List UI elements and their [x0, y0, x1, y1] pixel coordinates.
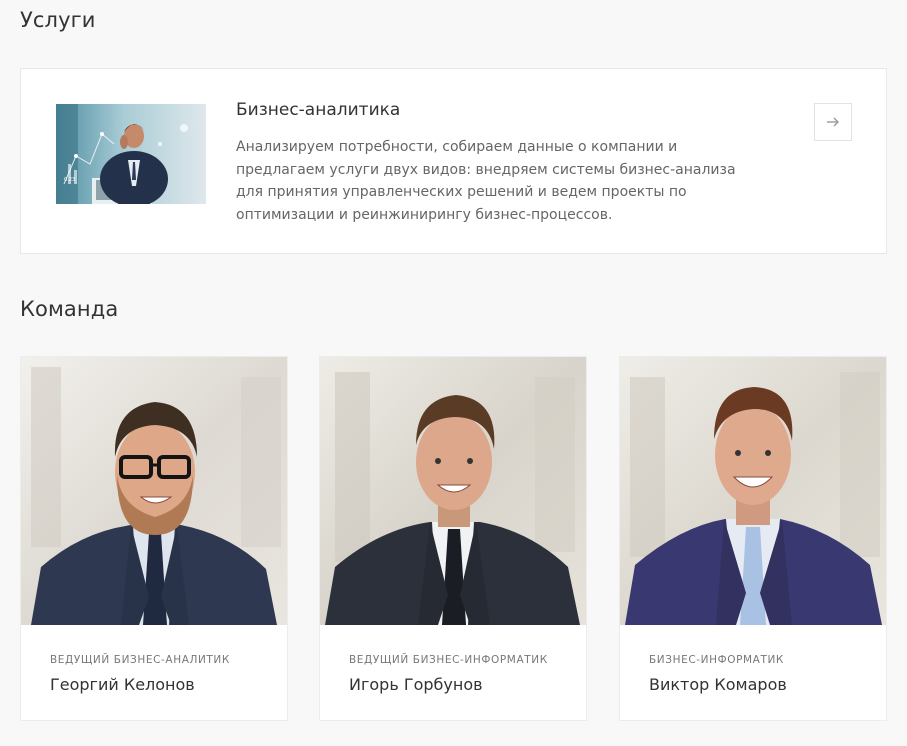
team-member-role: Бизнес-информатик: [649, 654, 784, 666]
team-member-card[interactable]: Ведущий бизнес-информатик Игорь Горбунов: [319, 356, 587, 721]
team-member-card[interactable]: Ведущий бизнес-аналитик Георгий Келонов: [20, 356, 288, 721]
team-member-card[interactable]: Бизнес-информатик Виктор Комаров: [619, 356, 887, 721]
team-member-role: Ведущий бизнес-аналитик: [50, 654, 230, 666]
service-card-business-analytics[interactable]: 0.23 Бизнес-аналитика Анализируем потреб…: [20, 68, 887, 254]
team-member-name[interactable]: Виктор Комаров: [649, 675, 787, 694]
service-description: Анализируем потребности, собираем данные…: [236, 139, 736, 223]
team-member-photo[interactable]: [620, 357, 886, 625]
team-member-photo[interactable]: [320, 357, 586, 625]
team-member-photo[interactable]: [21, 357, 287, 625]
services-heading: Услуги: [20, 8, 96, 32]
team-heading: Команда: [20, 297, 119, 321]
team-member-name[interactable]: Георгий Келонов: [50, 675, 195, 694]
service-details-button[interactable]: [814, 103, 852, 141]
team-member-role: Ведущий бизнес-информатик: [349, 654, 548, 666]
service-image[interactable]: 0.23: [56, 104, 206, 204]
service-title[interactable]: Бизнес-аналитика: [236, 100, 400, 120]
team-member-name[interactable]: Игорь Горбунов: [349, 675, 483, 694]
svg-text:0.23: 0.23: [64, 177, 75, 183]
arrow-right-icon: [827, 117, 839, 127]
